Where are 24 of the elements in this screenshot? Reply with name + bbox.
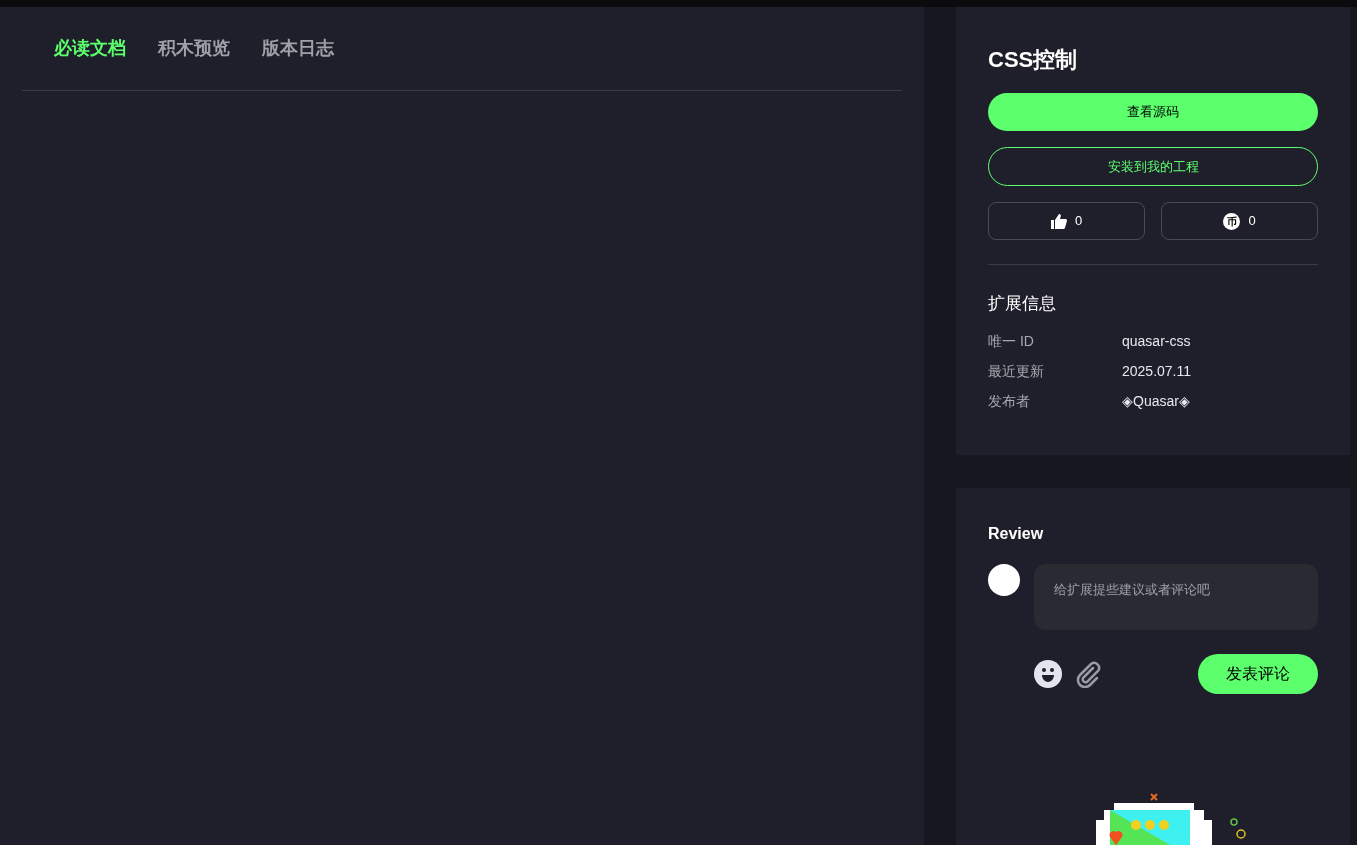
info-value: quasar-css: [1122, 331, 1191, 351]
tab[interactable]: 版本日志: [262, 35, 334, 62]
coin-icon: 币: [1223, 212, 1241, 230]
section-title: 扩展信息: [988, 293, 1057, 315]
avatar: [988, 564, 1020, 596]
submit-comment-button[interactable]: 发表评论: [1198, 654, 1318, 694]
extension-title: CSS控制: [988, 46, 1079, 74]
view-source-button[interactable]: 查看源码: [988, 93, 1318, 131]
like-button[interactable]: 0: [988, 202, 1145, 240]
thumbs-up-icon: [1050, 213, 1067, 229]
comment-field[interactable]: 给扩展提些建议或者评论吧: [1034, 564, 1318, 630]
info-label: 最近更新: [988, 361, 1045, 381]
smiley-icon[interactable]: [1034, 660, 1062, 688]
tab[interactable]: 积木预览: [158, 35, 230, 62]
tab[interactable]: 必读文档: [54, 35, 126, 62]
info-label: 发布者: [988, 391, 1031, 411]
paperclip-icon[interactable]: [1074, 660, 1102, 688]
count: 0: [1074, 212, 1083, 231]
info-value: ◈Quasar◈: [1122, 391, 1190, 411]
review-title: Review: [988, 524, 1045, 544]
coin-button[interactable]: 币 0: [1161, 202, 1318, 240]
info-value: 2025.07.11: [1122, 361, 1192, 381]
info-label: 唯一 ID: [988, 331, 1035, 351]
count: 0: [1248, 212, 1256, 231]
